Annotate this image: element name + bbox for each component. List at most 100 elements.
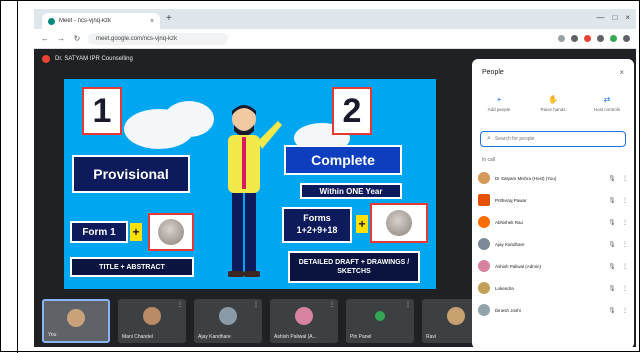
in-call-heading: In call <box>482 157 496 163</box>
tab-bar: Meet - ncs-vjnq-kzk × + — □ × <box>34 9 636 29</box>
more-options-icon[interactable]: ⋮ <box>622 219 628 226</box>
new-tab-button[interactable]: + <box>166 13 172 24</box>
menu-icon[interactable] <box>623 35 630 42</box>
host-controls-button[interactable]: ⇄ Host controls <box>582 95 632 112</box>
cloud-shape <box>164 101 214 137</box>
tab-close-icon[interactable]: × <box>150 18 154 25</box>
extension-icon[interactable] <box>597 35 604 42</box>
mic-icon[interactable]: 🎙 <box>607 241 617 248</box>
maximize-button[interactable]: □ <box>612 13 617 22</box>
participant-name: Ashish Paliwal (Admin) <box>495 263 542 269</box>
tile-name: Pin Panel <box>350 334 372 340</box>
action-label: Raise hands <box>540 107 566 112</box>
more-options-icon[interactable]: ⋮ <box>622 197 628 204</box>
participant-name: Abhishek Rao <box>495 219 524 225</box>
more-options-icon[interactable]: ⋮ <box>177 301 183 308</box>
list-item[interactable]: Dinesh Joshi 🎙 ⋮ <box>478 299 628 321</box>
back-icon[interactable]: ← <box>40 34 50 43</box>
list-item[interactable]: Lokendra 🎙 ⋮ <box>478 277 628 299</box>
tile-name: Ajay Kandhare <box>198 334 231 340</box>
plus-sign: + <box>356 215 368 233</box>
list-item[interactable]: Abhishek Rao 🎙 ⋮ <box>478 211 628 233</box>
reload-icon[interactable]: ↻ <box>72 34 82 43</box>
tab-title: Meet - ncs-vjnq-kzk <box>59 18 112 24</box>
browser-tab[interactable]: Meet - ncs-vjnq-kzk × <box>42 13 160 29</box>
more-options-icon[interactable]: ⋮ <box>622 263 628 270</box>
host-controls-icon: ⇄ <box>603 95 611 104</box>
title-abstract-label: TITLE + ABSTRACT <box>70 257 194 277</box>
list-item[interactable]: Dr Satyam Mishra (Host) (You) 🎙 ⋮ <box>478 167 628 189</box>
participant-tile[interactable]: ⋮ Ashish Paliwal (A... <box>270 299 338 343</box>
portrait-photo <box>370 203 428 243</box>
avatar <box>478 304 490 316</box>
avatar <box>478 194 490 206</box>
extension-icon[interactable] <box>571 35 578 42</box>
extension-icon[interactable] <box>584 35 591 42</box>
action-label: Host controls <box>593 107 621 112</box>
avatar <box>478 172 490 184</box>
meet-area: Dr. SATYAM IPR Counselling 1 2 Provision… <box>34 49 636 347</box>
people-search[interactable]: ⌕ <box>480 131 626 147</box>
more-options-icon[interactable]: ⋮ <box>622 175 628 182</box>
mic-icon[interactable]: 🎙 <box>607 175 617 182</box>
address-bar-row: ← → ↻ meet.google.com/ncs-vjnq-kzk <box>34 29 636 49</box>
minimize-button[interactable]: — <box>596 13 604 22</box>
avatar <box>375 311 385 321</box>
close-panel-icon[interactable]: × <box>619 68 624 77</box>
step-number-2: 2 <box>332 87 372 135</box>
businessman-illustration <box>228 105 282 277</box>
avatar <box>295 307 313 325</box>
mic-icon[interactable]: 🎙 <box>607 219 617 226</box>
participant-name: Prithviraj Pawar <box>495 197 527 203</box>
list-item[interactable]: Ashish Paliwal (Admin) 🎙 ⋮ <box>478 255 628 277</box>
form-1-label: Form 1 <box>70 221 128 243</box>
participant-name: Dinesh Joshi <box>495 307 521 313</box>
list-item[interactable]: Prithviraj Pawar 🎙 ⋮ <box>478 189 628 211</box>
outer-frame: Meet - ncs-vjnq-kzk × + — □ × ← → ↻ meet… <box>0 0 640 353</box>
hand-icon: ✋ <box>548 95 558 104</box>
participant-tile[interactable]: ⋮ Pin Panel <box>346 299 414 343</box>
url-field[interactable]: meet.google.com/ncs-vjnq-kzk <box>88 32 228 45</box>
browser-window: Meet - ncs-vjnq-kzk × + — □ × ← → ↻ meet… <box>34 9 636 347</box>
window-controls: — □ × <box>596 13 630 22</box>
panel-title: People <box>482 69 504 76</box>
meeting-header: Dr. SATYAM IPR Counselling <box>42 55 133 63</box>
presentation-slide: 1 2 Provisional Complete Within ONE Year… <box>64 79 436 289</box>
participant-tile[interactable]: ⋮ Mani Chandel <box>118 299 186 343</box>
detailed-draft-label: DETAILED DRAFT + DRAWINGS / SKETCHS <box>288 251 420 283</box>
extension-icon[interactable] <box>558 35 565 42</box>
tile-name: Mani Chandel <box>122 334 153 340</box>
more-options-icon[interactable]: ⋮ <box>405 301 411 308</box>
more-options-icon[interactable]: ⋮ <box>253 301 259 308</box>
mic-icon[interactable]: 🎙 <box>607 263 617 270</box>
provisional-label: Provisional <box>72 155 190 193</box>
raise-hands-button[interactable]: ✋ Raise hands <box>528 95 578 112</box>
avatar <box>478 216 490 228</box>
participant-tile[interactable]: You <box>42 299 110 343</box>
avatar <box>219 307 237 325</box>
mic-icon[interactable]: 🎙 <box>607 197 617 204</box>
mic-icon[interactable]: 🎙 <box>607 307 617 314</box>
meeting-title: Dr. SATYAM IPR Counselling <box>55 56 133 62</box>
mic-icon[interactable]: 🎙 <box>607 285 617 292</box>
add-people-button[interactable]: + Add people <box>474 95 524 112</box>
face-image <box>158 219 184 245</box>
participant-name: Ajay Kandhare <box>495 241 525 247</box>
avatar <box>67 309 85 327</box>
close-window-button[interactable]: × <box>625 13 630 22</box>
avatar <box>478 260 490 272</box>
tile-name: Ashish Paliwal (A... <box>274 334 317 340</box>
more-options-icon[interactable]: ⋮ <box>622 285 628 292</box>
search-input[interactable] <box>494 136 615 142</box>
forward-icon[interactable]: → <box>56 34 66 43</box>
presenting-icon <box>42 55 50 63</box>
more-options-icon[interactable]: ⋮ <box>622 307 628 314</box>
list-item[interactable]: Ajay Kandhare 🎙 ⋮ <box>478 233 628 255</box>
avatar <box>143 307 161 325</box>
participant-tile[interactable]: ⋮ Ajay Kandhare <box>194 299 262 343</box>
profile-avatar-icon[interactable] <box>610 35 617 42</box>
tile-name: You <box>48 332 57 338</box>
more-options-icon[interactable]: ⋮ <box>329 301 335 308</box>
face-image <box>386 210 412 236</box>
more-options-icon[interactable]: ⋮ <box>622 241 628 248</box>
